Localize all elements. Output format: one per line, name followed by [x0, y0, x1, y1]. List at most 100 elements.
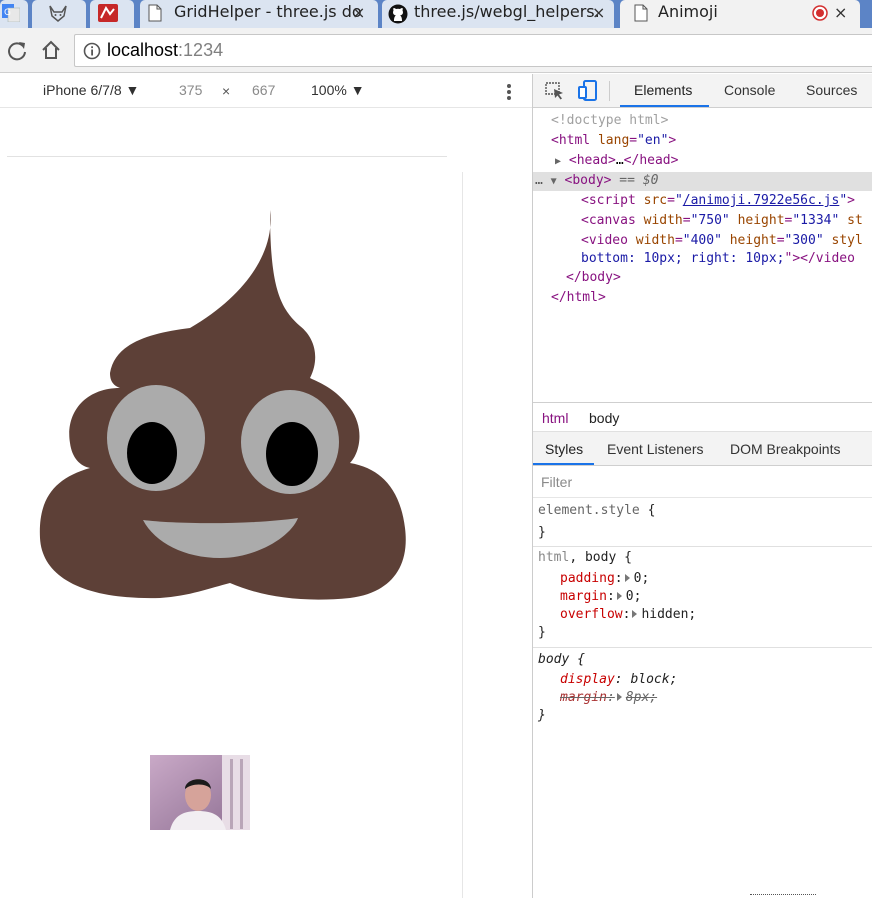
body-ua-rule[interactable]: body { [538, 651, 585, 669]
tab-event-listeners[interactable]: Event Listeners [607, 441, 704, 457]
tab-styles[interactable]: Styles [545, 441, 583, 457]
attr-value: bottom: 10px; right: 10px; [581, 251, 785, 266]
styles-filter[interactable]: Filter [533, 466, 872, 498]
attr-name: height [737, 213, 785, 228]
address-bar[interactable]: localhost:1234 [74, 34, 872, 67]
property-name: margin [560, 589, 607, 604]
property-value: block; [630, 672, 678, 687]
viewport-width[interactable]: 375 [179, 82, 202, 98]
style-property[interactable]: margin: 0; [560, 588, 641, 606]
rule-close-brace: } [538, 625, 546, 640]
tag-name: script [588, 193, 636, 208]
dom-canvas[interactable]: <canvas width="750" height="1334" st [581, 211, 863, 231]
tab-title: Animoji [658, 2, 718, 21]
right-pupil [266, 422, 318, 486]
dom-html-open[interactable]: <html lang="en"> [551, 131, 676, 151]
viewport-height[interactable]: 667 [252, 82, 275, 98]
red-app-icon [98, 4, 118, 22]
style-property[interactable]: padding: 0; [560, 570, 649, 588]
property-value: 8px; [625, 690, 658, 705]
info-icon[interactable] [83, 42, 101, 60]
tab-gridhelper[interactable]: GridHelper - three.js do × [140, 0, 378, 28]
dom-head[interactable]: ▶ <head>…</head> [555, 151, 678, 171]
filter-input[interactable]: Filter [541, 474, 572, 490]
home-icon[interactable] [40, 39, 62, 61]
tab-animoji[interactable]: Animoji × [620, 0, 860, 28]
tab-fox[interactable] [32, 0, 86, 28]
webcam-video[interactable] [150, 755, 250, 830]
reload-icon[interactable] [6, 40, 28, 62]
animoji-canvas[interactable] [0, 108, 462, 628]
property-name: display [560, 672, 615, 687]
breadcrumb-html[interactable]: html [542, 410, 568, 426]
attr-value: "1334" [792, 213, 840, 228]
resize-handle[interactable] [750, 894, 816, 896]
attr-name-truncated: st [847, 213, 863, 228]
tab-console[interactable]: Console [724, 82, 775, 98]
active-tab-indicator [533, 463, 594, 465]
tag-name: head [576, 153, 608, 168]
selector-text: element.style [538, 503, 640, 518]
toolbar-separator [609, 81, 610, 101]
attr-name: width [643, 213, 683, 228]
dom-script[interactable]: <script src="/animoji.7922e56c.js"> [581, 191, 855, 211]
tag-name: body [572, 173, 604, 188]
property-name: padding [560, 571, 615, 586]
inspect-element-icon[interactable] [545, 82, 565, 100]
attr-value: "400" [682, 233, 722, 248]
more-options-icon[interactable] [504, 82, 514, 102]
expand-triangle-icon[interactable] [624, 574, 630, 582]
tag-close: </html> [551, 290, 606, 305]
style-property[interactable]: display: block; [560, 671, 677, 689]
style-property[interactable]: overflow: hidden; [560, 606, 696, 624]
tab-elements[interactable]: Elements [634, 82, 692, 98]
expand-triangle-icon[interactable]: ▶ [555, 156, 561, 167]
expand-triangle-icon[interactable] [616, 592, 622, 600]
element-style-rule[interactable]: element.style { [538, 502, 655, 520]
zoom-select-label: 100% [311, 82, 347, 98]
property-name: margin [560, 690, 607, 705]
fox-icon [49, 5, 67, 22]
dom-body-open[interactable]: … ▼ <body> == $0 [535, 171, 658, 191]
tab-three-helpers[interactable]: three.js/webgl_helpers. × [382, 0, 614, 28]
collapse-triangle-icon[interactable]: ▼ [551, 176, 557, 187]
breadcrumb-body[interactable]: body [589, 410, 619, 426]
chevron-down-icon: ▼ [125, 82, 140, 98]
close-icon[interactable]: × [352, 3, 365, 22]
attr-name: width [635, 233, 675, 248]
active-tab-indicator [620, 105, 709, 107]
tab-dom-breakpoints[interactable]: DOM Breakpoints [730, 441, 840, 457]
property-name: overflow [560, 607, 623, 622]
property-value: 0; [625, 589, 642, 604]
property-value: hidden; [641, 607, 697, 622]
device-select[interactable]: iPhone 6/7/8 ▼ [43, 82, 139, 98]
devtools-tabbar: Elements Console Sources [533, 74, 872, 108]
collapsed-ellipsis[interactable]: … [616, 153, 624, 168]
dom-video-style[interactable]: bottom: 10px; right: 10px;"></video [581, 249, 855, 269]
tab-red-app[interactable] [90, 0, 134, 28]
tab-translate[interactable]: G [0, 0, 28, 28]
dom-html-close[interactable]: </html> [551, 288, 606, 308]
dom-body-close[interactable]: </body> [566, 268, 621, 288]
document-icon [148, 4, 162, 22]
more-dots-icon[interactable]: … [535, 173, 543, 188]
expand-triangle-icon[interactable] [616, 693, 622, 701]
dom-doctype[interactable]: <!doctype html> [551, 111, 668, 131]
html-body-rule[interactable]: html, body { [538, 549, 632, 567]
overridden-style-property[interactable]: margin: 8px; [560, 689, 657, 707]
zoom-select[interactable]: 100% ▼ [311, 82, 365, 98]
browser-toolbar: localhost:1234 [0, 28, 872, 73]
dom-video[interactable]: <video width="400" height="300" styl [581, 231, 863, 251]
left-pupil [127, 422, 177, 484]
viewport-edge [462, 172, 463, 898]
script-src-link[interactable]: /animoji.7922e56c.js [683, 193, 840, 208]
device-toolbar-icon[interactable] [578, 80, 598, 102]
tag-name: video [588, 233, 628, 248]
close-icon[interactable]: × [834, 3, 847, 22]
tab-sources[interactable]: Sources [806, 82, 857, 98]
page-viewport [0, 108, 532, 898]
expand-triangle-icon[interactable] [632, 610, 638, 618]
tab-title: three.js/webgl_helpers. [414, 2, 600, 21]
attr-value: "300" [784, 233, 824, 248]
close-icon[interactable]: × [592, 3, 605, 22]
